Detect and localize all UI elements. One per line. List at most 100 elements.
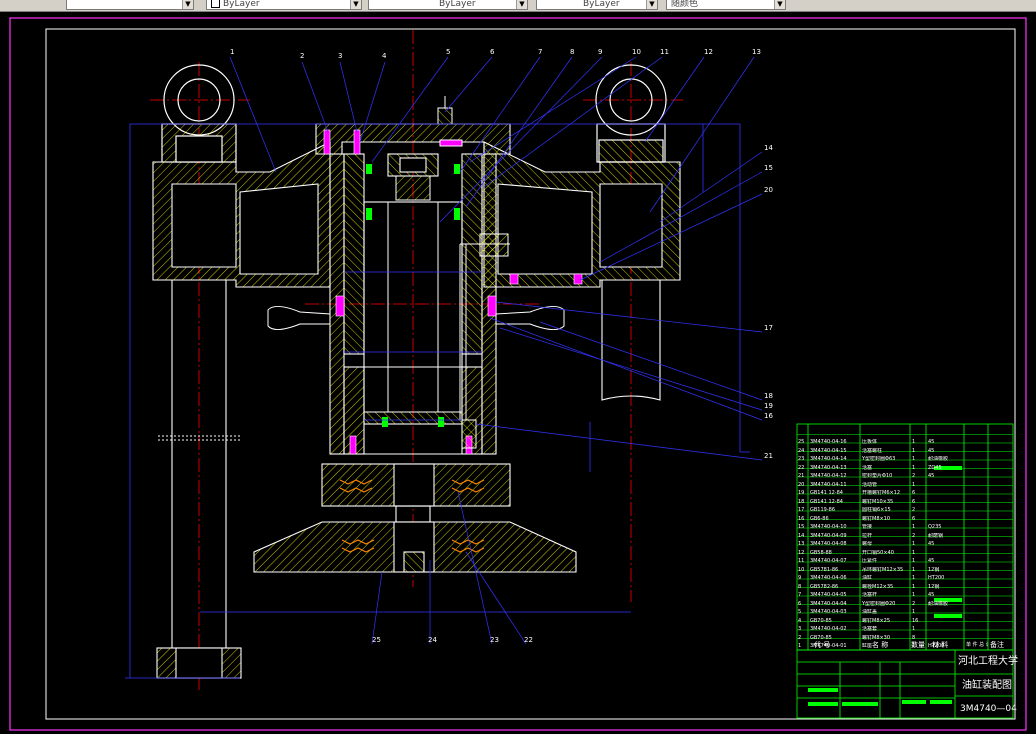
parts-cell-no: 11 [798,558,805,564]
parts-cell-name: 活塞 [862,464,873,471]
parts-cell-name: Y型密封圈Φ63 [862,456,896,462]
parts-cell-code: 3M4740-04-14 [810,456,847,462]
parts-cell-mat: HT200 [928,575,945,581]
chevron-down-icon[interactable]: ▼ [774,0,785,9]
parts-cell-no: 7 [798,592,802,598]
parts-cell-code: 3M4740-04-04 [810,600,847,607]
drawing-title: 油缸装配图 [962,680,1012,691]
part-number-label: 20 [764,186,773,194]
parts-cell-qty: 2 [912,507,916,513]
parts-cell-no: 20 [798,481,805,488]
parts-cell-name: 活塞套 [862,626,878,632]
parts-cell-name: Y型密封圈Φ20 [862,600,896,607]
parts-cell-mat: 耐油橡胶 [928,600,949,607]
chevron-down-icon[interactable]: ▼ [350,0,361,9]
handle-right [495,306,565,330]
color-dropdown[interactable]: ByLayer ▼ [206,0,362,10]
plotstyle-dropdown[interactable]: 随颜色 ▼ [666,0,786,10]
clamp-arm-right [483,141,681,288]
parts-cell-code: 3M4740-04-13 [810,464,847,471]
part-number-label: 25 [372,636,381,644]
header-code: 代 号 [814,641,831,649]
parts-cell-mat: ZG45 [928,464,942,471]
parts-cell-qty: 6 [912,515,916,522]
parts-cell-code: GB70-85 [810,634,832,641]
linetype-dropdown[interactable]: ByLayer ▼ [368,0,528,10]
part-number-label: 11 [660,48,669,56]
parts-cell-qty: 1 [912,481,916,488]
part-number-label: 7 [538,48,543,56]
part-number-label: 14 [764,144,773,152]
parts-cell-name: 活塞螺柱 [862,447,883,454]
parts-cell-code: GB5782-86 [810,583,839,590]
parts-cell-code: GB6-86 [810,515,829,522]
drawing-viewport[interactable]: 1 2 3 4 5 6 7 8 9 10 11 12 13 14 15 20 17 18 19 16 21 25 24 23 2… [0,12,1036,734]
parts-cell-name: 圆柱销6×15 [862,507,891,513]
parts-cell-code: GB5781-86 [810,566,839,573]
parts-cell-name: 压板体 [862,439,878,445]
plotstyle-value: 随颜色 [671,0,699,9]
parts-cell-qty: 1 [912,464,916,471]
parts-cell-qty: 1 [912,549,916,556]
part-number-label: 15 [764,164,773,172]
parts-cell-name: 螺钉M8×30 [862,634,891,641]
parts-cell-name: 管接 [862,524,873,530]
part-number-label: 8 [570,48,575,56]
parts-cell-code: 3M4740-04-10 [810,524,847,530]
parts-cell-code: 3M4740-04-07 [810,558,847,564]
parts-cell-code: GB119-86 [810,507,836,513]
part-number-label: 1 [230,48,235,56]
header-material: 材 料 [932,641,949,649]
chevron-down-icon[interactable]: ▼ [516,0,527,9]
header-qty: 数量 [911,641,925,649]
parts-cell-no: 5 [798,609,802,615]
parts-cell-no: 25 [798,439,805,445]
parts-cell-qty: 1 [912,609,916,615]
parts-cell-mat: 45 [928,473,935,479]
part-number-label: 12 [704,48,713,56]
part-number-label: 23 [490,636,499,644]
parts-cell-mat: 12钢 [928,583,940,590]
parts-cell-qty: 1 [912,439,916,445]
lineweight-value: ByLayer [583,0,620,9]
parts-cell-code: GB141 12-84 [810,498,843,505]
parts-cell-mat: 45 [928,558,935,564]
part-number-label: 4 [382,52,387,60]
part-number-label: 6 [490,48,495,56]
color-value: ByLayer [223,0,260,9]
school-name: 河北工程大学 [958,656,1018,667]
parts-cell-no: 13 [798,541,805,547]
parts-cell-qty: 1 [912,456,916,462]
parts-cell-mat: 45 [928,541,935,547]
part-number-label: 16 [764,412,773,420]
parts-cell-name: 螺母 [862,541,873,547]
parts-cell-mat: Q235 [928,524,942,530]
part-number-label: 24 [428,636,437,644]
handle-left [267,306,331,330]
linetype-value: ByLayer [439,0,476,9]
parts-cell-qty: 2 [912,600,916,607]
chevron-down-icon[interactable]: ▼ [182,0,193,9]
parts-cell-qty: 1 [912,575,916,581]
lineweight-dropdown[interactable]: ByLayer ▼ [536,0,658,10]
parts-cell-no: 6 [798,600,802,607]
parts-cell-name: 拉杆 [862,532,873,539]
part-number-label: 21 [764,452,773,460]
parts-cell-code: 3M4740-04-09 [810,532,847,539]
parts-cell-qty: 8 [912,634,916,641]
drawing-number: 3M4740—04 [960,704,1017,714]
parts-cell-no: 15 [798,524,805,530]
parts-cell-code: 3M4740-04-06 [810,575,847,581]
parts-cell-qty: 6 [912,490,916,496]
layer-dropdown[interactable]: ▼ [66,0,194,10]
header-weight: 单 件 总 计 重 量 [966,642,988,648]
parts-cell-qty: 1 [912,566,916,573]
part-number-label: 18 [764,392,773,400]
chevron-down-icon[interactable]: ▼ [646,0,657,9]
color-swatch-icon [211,0,220,8]
parts-cell-name: 密封垫片Φ10 [862,473,893,479]
parts-cell-no: 16 [798,515,805,522]
parts-cell-no: 10 [798,566,805,573]
parts-cell-mat: 耐磨钢 [928,532,944,539]
parts-cell-code: 3M4740-04-15 [810,447,847,454]
